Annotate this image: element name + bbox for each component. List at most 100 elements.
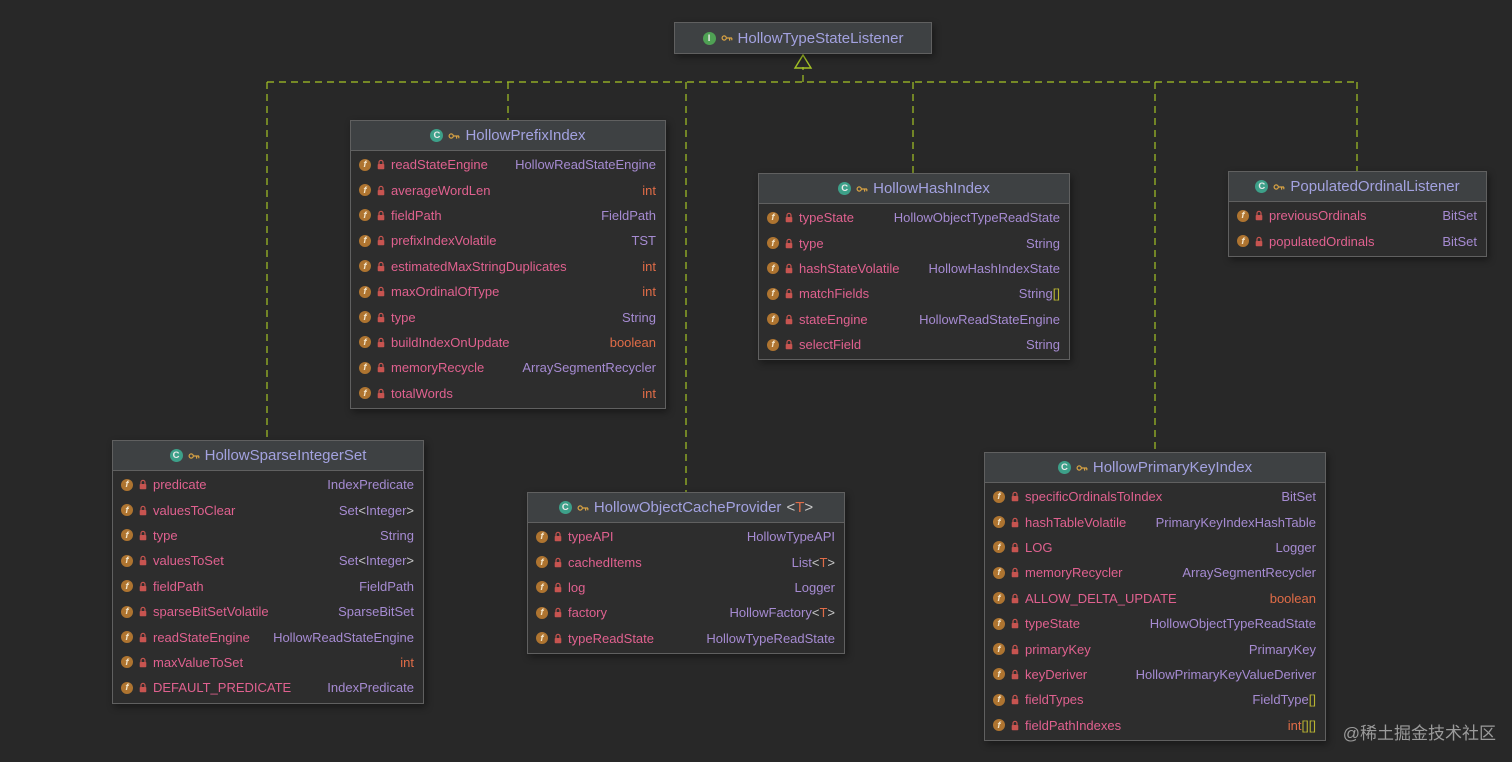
class-hollow-primary-key-index[interactable]: C HollowPrimaryKeyIndex f specificOrdinal… [984,452,1326,741]
class-populated-ordinal-listener[interactable]: C PopulatedOrdinalListener f previousOrdi… [1228,171,1487,257]
field-icon: f [121,478,133,491]
field-name: valuesToSet [153,553,224,569]
field-row-fieldTypes[interactable]: f fieldTypes FieldType[] [985,687,1325,712]
field-row-type[interactable]: f type String [113,523,423,548]
field-row-matchFields[interactable]: f matchFields String[] [759,281,1069,306]
class-header[interactable]: C HollowPrefixIndex [351,121,665,151]
field-type: HollowObjectTypeReadState [893,210,1060,226]
field-type: FieldPath [601,207,656,223]
field-name: fieldPathIndexes [1025,717,1122,733]
field-name: typeAPI [568,529,614,545]
field-row-maxOrdinalOfType[interactable]: f maxOrdinalOfType int [351,279,665,304]
field-list: f previousOrdinals BitSet f populatedOrdinal… [1229,202,1486,256]
field-type: List<T> [791,554,835,570]
field-row-LOG[interactable]: f LOG Logger [985,535,1325,560]
field-row-estimatedMaxStringDuplicates[interactable]: f estimatedMaxStringDuplicates int [351,254,665,279]
field-row-factory[interactable]: f factory HollowFactory<T> [528,600,844,625]
lock-icon [1011,517,1019,527]
field-row-primaryKey[interactable]: f primaryKey PrimaryKey [985,636,1325,661]
field-name: buildIndexOnUpdate [391,334,510,350]
field-row-averageWordLen[interactable]: f averageWordLen int [351,177,665,202]
lock-icon [1011,492,1019,502]
field-row-selectField[interactable]: f selectField String [759,332,1069,357]
field-row-fieldPath[interactable]: f fieldPath FieldPath [351,203,665,228]
lock-icon [1011,593,1019,603]
field-row-hashStateVolatile[interactable]: f hashStateVolatile HollowHashIndexState [759,256,1069,281]
class-hollow-object-cache-provider[interactable]: C HollowObjectCacheProvider <T> f typeAPI… [527,492,845,654]
field-name: readStateEngine [391,157,488,173]
field-row-DEFAULT_PREDICATE[interactable]: f DEFAULT_PREDICATE IndexPredicate [113,675,423,700]
field-row-valuesToClear[interactable]: f valuesToClear Set<Integer> [113,497,423,522]
field-row-prefixIndexVolatile[interactable]: f prefixIndexVolatile TST [351,228,665,253]
field-row-type[interactable]: f type String [759,230,1069,255]
lock-icon [377,363,385,373]
field-row-populatedOrdinals[interactable]: f populatedOrdinals BitSet [1229,228,1486,253]
field-row-memoryRecycler[interactable]: f memoryRecycler ArraySegmentRecycler [985,560,1325,585]
lock-icon [377,261,385,271]
field-type: HollowReadStateEngine [273,629,414,645]
field-type: ArraySegmentRecycler [522,360,656,376]
field-icon: f [767,287,779,300]
field-row-sparseBitSetVolatile[interactable]: f sparseBitSetVolatile SparseBitSet [113,599,423,624]
lock-icon [1011,720,1019,730]
field-row-type[interactable]: f type String [351,304,665,329]
field-name: DEFAULT_PREDICATE [153,680,292,696]
field-row-predicate[interactable]: f predicate IndexPredicate [113,472,423,497]
field-icon: f [121,504,133,517]
field-row-memoryRecycle[interactable]: f memoryRecycle ArraySegmentRecycler [351,355,665,380]
field-row-fieldPath[interactable]: f fieldPath FieldPath [113,574,423,599]
class-header[interactable]: I HollowTypeStateListener [675,23,931,53]
field-row-maxValueToSet[interactable]: f maxValueToSet int [113,650,423,675]
field-row-keyDeriver[interactable]: f keyDeriver HollowPrimaryKeyValueDeriver [985,662,1325,687]
field-name: hashStateVolatile [799,260,900,276]
lock-icon [785,213,793,223]
lock-icon [785,314,793,324]
class-title: PopulatedOrdinalListener [1290,178,1460,195]
field-name: keyDeriver [1025,666,1088,682]
field-icon: f [359,158,371,171]
field-name: log [568,579,586,595]
field-row-readStateEngine[interactable]: f readStateEngine HollowReadStateEngine [113,624,423,649]
class-header[interactable]: C HollowObjectCacheProvider <T> [528,493,844,523]
class-title: HollowPrefixIndex [465,127,586,144]
field-name: type [153,527,178,543]
field-icon: f [536,530,548,543]
field-row-ALLOW_DELTA_UPDATE[interactable]: f ALLOW_DELTA_UPDATE boolean [985,586,1325,611]
field-row-stateEngine[interactable]: f stateEngine HollowReadStateEngine [759,307,1069,332]
field-icon: f [767,262,779,275]
field-row-valuesToSet[interactable]: f valuesToSet Set<Integer> [113,548,423,573]
field-row-typeState[interactable]: f typeState HollowObjectTypeReadState [985,611,1325,636]
class-header[interactable]: C HollowSparseIntegerSet [113,441,423,471]
lock-icon [377,337,385,348]
field-row-typeState[interactable]: f typeState HollowObjectTypeReadState [759,205,1069,230]
field-type: int[][] [1287,717,1316,733]
field-name: fieldTypes [1025,692,1084,708]
field-row-totalWords[interactable]: f totalWords int [351,381,665,406]
field-row-cachedItems[interactable]: f cachedItems List<T> [528,549,844,574]
field-row-buildIndexOnUpdate[interactable]: f buildIndexOnUpdate boolean [351,330,665,355]
key-icon [1076,464,1088,471]
field-name: averageWordLen [391,182,491,198]
field-row-specificOrdinalsToIndex[interactable]: f specificOrdinalsToIndex BitSet [985,484,1325,509]
class-header[interactable]: C HollowHashIndex [759,174,1069,204]
field-row-typeReadState[interactable]: f typeReadState HollowTypeReadState [528,626,844,651]
class-header[interactable]: C PopulatedOrdinalListener [1229,172,1486,202]
field-row-fieldPathIndexes[interactable]: f fieldPathIndexes int[][] [985,713,1325,738]
field-type: HollowObjectTypeReadState [1149,616,1316,632]
class-header[interactable]: C HollowPrimaryKeyIndex [985,453,1325,483]
field-row-hashTableVolatile[interactable]: f hashTableVolatile PrimaryKeyIndexHashTab… [985,509,1325,534]
field-name: predicate [153,477,207,493]
class-hollow-sparse-integer-set[interactable]: C HollowSparseIntegerSet f predicate Index… [112,440,424,704]
lock-icon [377,160,385,170]
class-hollow-prefix-index[interactable]: C HollowPrefixIndex f readStateEngine Holl… [350,120,666,409]
field-row-typeAPI[interactable]: f typeAPI HollowTypeAPI [528,524,844,549]
key-icon [721,35,732,41]
class-hollow-type-state-listener[interactable]: I HollowTypeStateListener [674,22,932,54]
field-row-previousOrdinals[interactable]: f previousOrdinals BitSet [1229,203,1486,228]
class-hollow-hash-index[interactable]: C HollowHashIndex f typeState HollowObject… [758,173,1070,361]
field-name: type [799,235,824,251]
field-row-log[interactable]: f log Logger [528,575,844,600]
field-type: HollowReadStateEngine [515,157,656,173]
field-row-readStateEngine[interactable]: f readStateEngine HollowReadStateEngine [351,152,665,177]
class-title: HollowObjectCacheProvider [593,499,782,516]
